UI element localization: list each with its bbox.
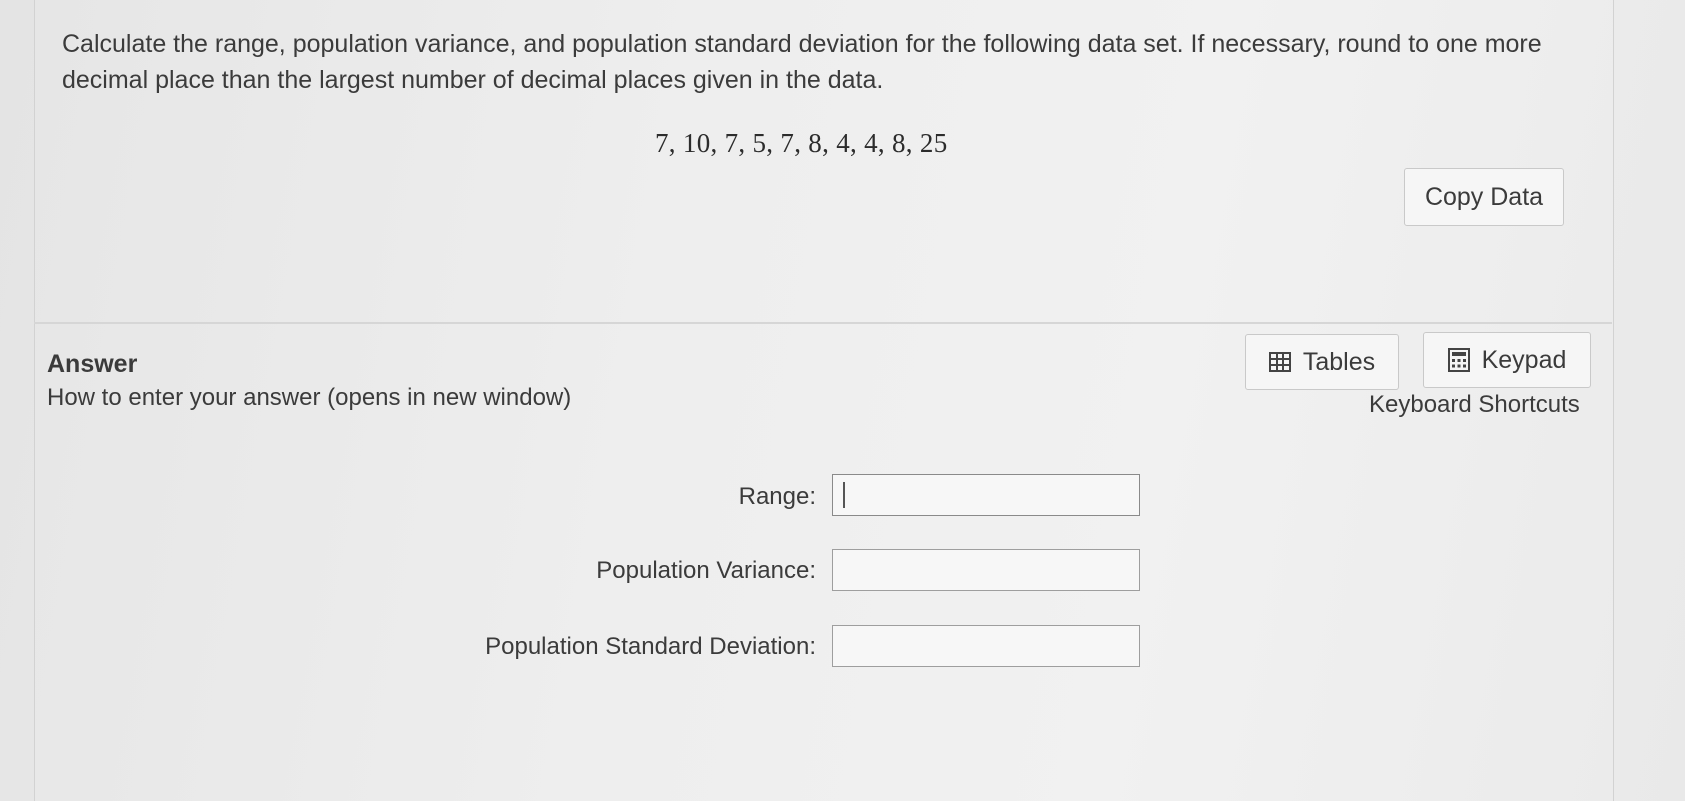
range-input[interactable]	[832, 474, 1140, 516]
question-text: Calculate the range, population variance…	[62, 30, 1542, 94]
answer-heading: Answer	[47, 350, 138, 378]
calculator-icon	[1447, 348, 1470, 372]
range-label: Range:	[738, 483, 816, 510]
page: Calculate the range, population variance…	[0, 0, 1685, 801]
keypad-label: Keypad	[1481, 345, 1567, 374]
how-to-enter-link[interactable]: How to enter your answer (opens in new w…	[47, 384, 571, 412]
copy-data-button[interactable]: Copy Data	[1404, 168, 1564, 226]
population-std-dev-input[interactable]	[832, 625, 1140, 667]
keypad-button[interactable]: Keypad	[1423, 332, 1591, 388]
copy-data-label: Copy Data	[1424, 182, 1544, 211]
table-grid-icon	[1268, 352, 1291, 372]
tables-label: Tables	[1302, 347, 1376, 376]
keyboard-shortcuts-link[interactable]: Keyboard Shortcuts	[1369, 391, 1580, 419]
population-variance-label: Population Variance:	[596, 557, 816, 584]
population-variance-input[interactable]	[832, 549, 1140, 591]
population-std-dev-label: Population Standard Deviation:	[485, 633, 816, 660]
section-divider	[34, 322, 1612, 324]
text-caret	[843, 482, 845, 508]
tables-button[interactable]: Tables	[1245, 334, 1399, 390]
data-set: 7, 10, 7, 5, 7, 8, 4, 4, 8, 25	[655, 128, 948, 158]
